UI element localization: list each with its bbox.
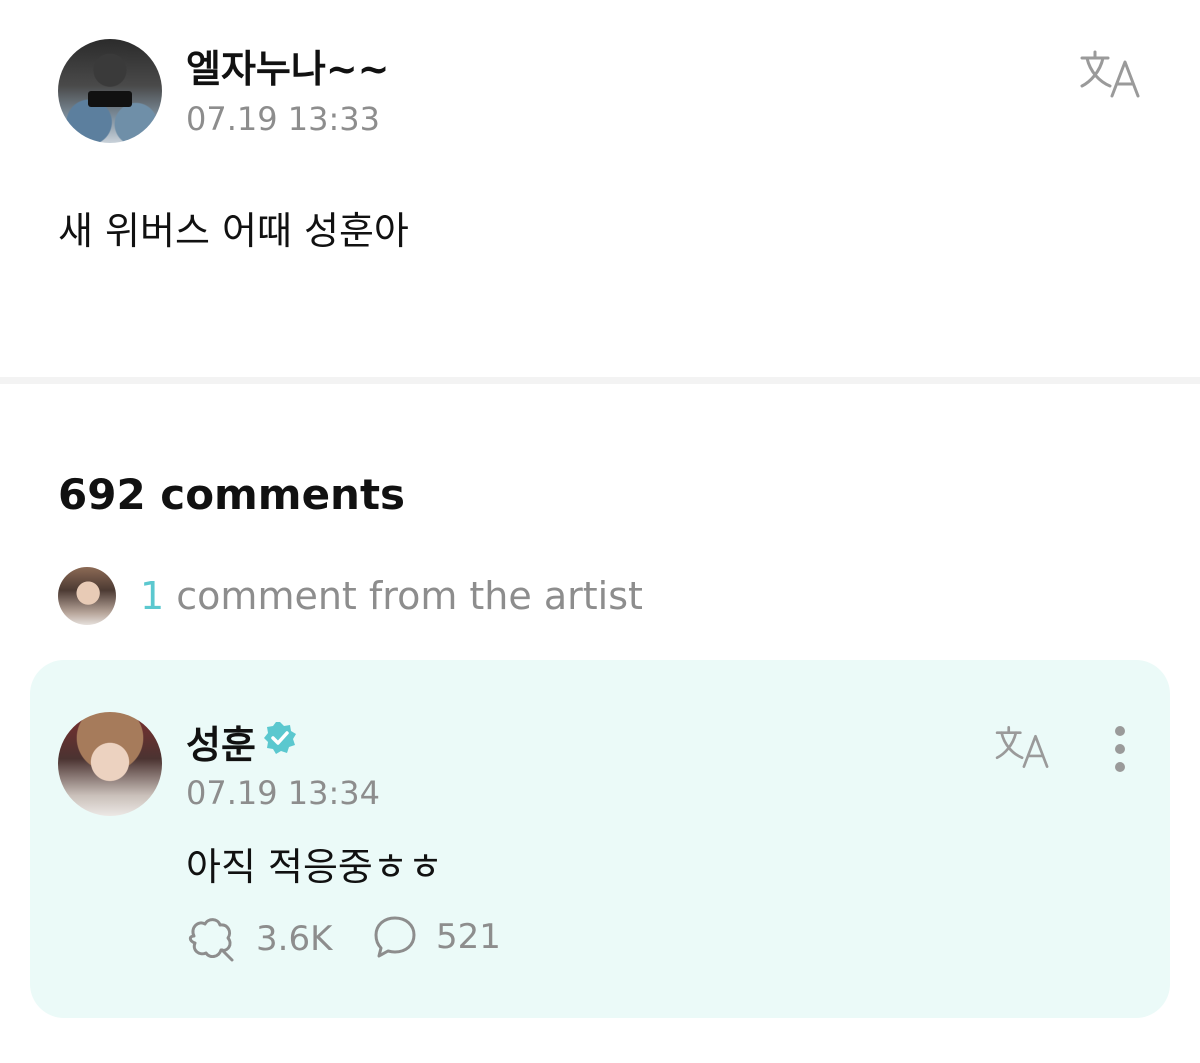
verified-badge-icon: [264, 722, 296, 754]
artist-comment-summary[interactable]: 1 comment from the artist: [140, 574, 643, 618]
artist-name[interactable]: 성훈: [186, 714, 256, 769]
reply-button[interactable]: 521: [372, 914, 501, 960]
like-button[interactable]: 3.6K: [186, 914, 332, 964]
post-body: 새 위버스 어때 성훈아: [58, 209, 409, 253]
comments-count: 692 comments: [58, 470, 406, 519]
post-timestamp: 07.19 13:33: [186, 100, 380, 138]
translate-icon[interactable]: [1078, 46, 1144, 102]
more-options-icon[interactable]: [1108, 724, 1132, 774]
section-divider: [0, 377, 1200, 384]
comment-timestamp: 07.19 13:34: [186, 774, 380, 812]
artist-comment-count: 1: [140, 574, 165, 618]
artist-comment-label: comment from the artist: [176, 574, 643, 618]
like-icon: [188, 918, 234, 962]
post-author-name[interactable]: 엘자누나~~: [186, 38, 390, 93]
comment-translate-icon[interactable]: [993, 722, 1053, 772]
comment-text: 아직 적응중ㅎㅎ: [186, 845, 443, 889]
comment-bubble-icon: [374, 916, 416, 958]
like-count: 3.6K: [256, 919, 333, 959]
reply-count: 521: [436, 917, 501, 957]
artist-avatar[interactable]: [58, 712, 162, 816]
post-author-avatar[interactable]: [58, 39, 162, 143]
artist-summary-avatar[interactable]: [58, 567, 116, 625]
